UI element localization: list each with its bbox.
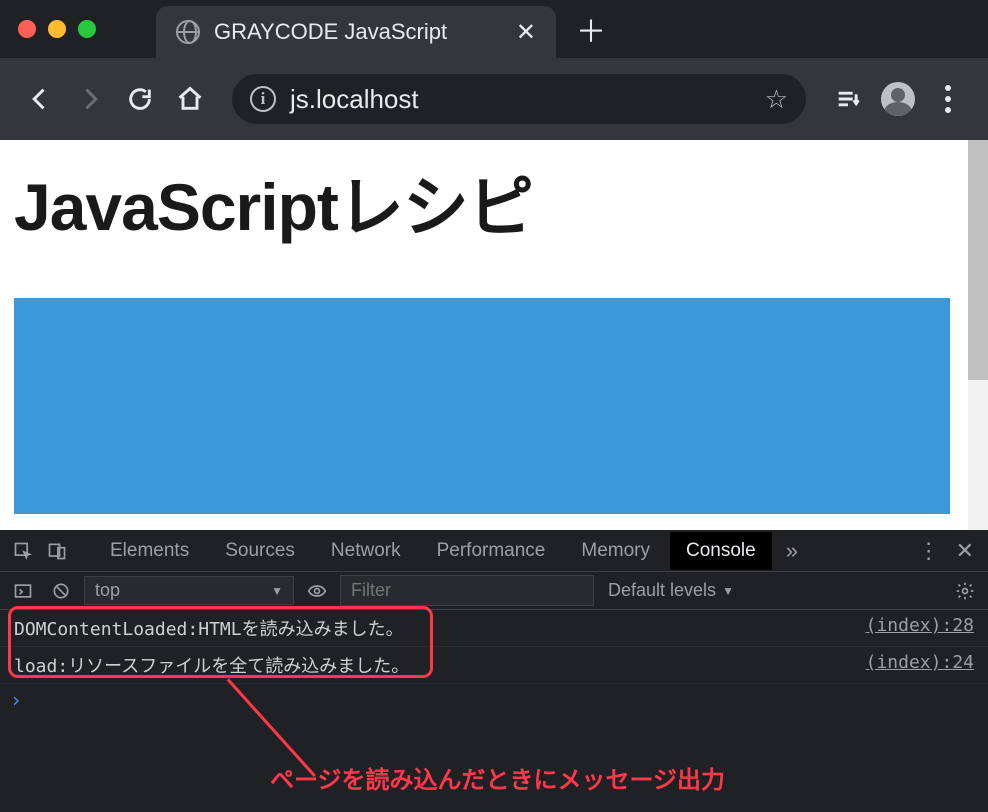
device-toolbar-icon[interactable]: [42, 536, 72, 566]
tab-memory[interactable]: Memory: [565, 532, 666, 570]
devtools-panel: Elements Sources Network Performance Mem…: [0, 530, 988, 812]
close-tab-icon[interactable]: ✕: [516, 18, 536, 47]
vertical-scrollbar-thumb[interactable]: [968, 140, 988, 380]
log-levels-select[interactable]: Default levels ▼: [608, 580, 734, 601]
bookmark-star-icon[interactable]: ☆: [765, 84, 788, 115]
page-viewport: JavaScriptレシピ: [0, 140, 988, 530]
tab-sources[interactable]: Sources: [209, 532, 311, 570]
home-button[interactable]: [170, 79, 210, 119]
blue-box: [14, 298, 950, 514]
tab-console[interactable]: Console: [670, 532, 772, 570]
globe-icon: [176, 20, 200, 44]
context-label: top: [95, 580, 120, 601]
tab-elements[interactable]: Elements: [94, 532, 205, 570]
media-control-icon[interactable]: [828, 79, 868, 119]
annotation-text: ページを読み込んだときにメッセージ出力: [270, 760, 725, 795]
profile-avatar[interactable]: [878, 79, 918, 119]
devtools-tabbar: Elements Sources Network Performance Mem…: [0, 530, 988, 572]
browser-menu-button[interactable]: [928, 79, 968, 119]
console-filter-input[interactable]: [340, 575, 594, 606]
annotation-highlight-box: [8, 606, 433, 678]
page-content: JavaScriptレシピ: [0, 140, 988, 514]
window-titlebar: GRAYCODE JavaScript ✕ ＋: [0, 0, 988, 58]
minimize-window-button[interactable]: [48, 20, 66, 38]
new-tab-button[interactable]: ＋: [576, 7, 606, 51]
tab-network[interactable]: Network: [315, 532, 417, 570]
tab-title: GRAYCODE JavaScript: [214, 19, 502, 45]
close-window-button[interactable]: [18, 20, 36, 38]
browser-toolbar: i js.localhost ☆: [0, 58, 988, 140]
maximize-window-button[interactable]: [78, 20, 96, 38]
dropdown-triangle-icon: ▼: [271, 584, 283, 598]
reload-button[interactable]: [120, 79, 160, 119]
back-button[interactable]: [20, 79, 60, 119]
console-settings-icon[interactable]: [950, 576, 980, 606]
log-source-link[interactable]: (index):24: [866, 652, 974, 678]
toggle-sidebar-icon[interactable]: [8, 576, 38, 606]
live-expression-icon[interactable]: [302, 576, 332, 606]
devtools-menu-icon[interactable]: ⋮: [912, 534, 946, 568]
execution-context-select[interactable]: top ▼: [84, 576, 294, 605]
inspect-element-icon[interactable]: [8, 536, 38, 566]
address-bar[interactable]: i js.localhost ☆: [232, 74, 806, 124]
tabs-overflow-icon[interactable]: »: [776, 538, 808, 564]
clear-console-icon[interactable]: [46, 576, 76, 606]
log-source-link[interactable]: (index):28: [866, 615, 974, 641]
dropdown-triangle-icon: ▼: [722, 584, 734, 598]
tab-performance[interactable]: Performance: [421, 532, 562, 570]
devtools-close-icon[interactable]: ✕: [950, 534, 980, 568]
console-toolbar: top ▼ Default levels ▼: [0, 572, 988, 610]
forward-button[interactable]: [70, 79, 110, 119]
site-info-icon[interactable]: i: [250, 86, 276, 112]
page-heading: JavaScriptレシピ: [14, 154, 974, 250]
console-log-area: DOMContentLoaded:HTMLを読み込みました。 (index):2…: [0, 610, 988, 812]
url-text: js.localhost: [290, 84, 751, 115]
console-prompt[interactable]: ›: [0, 684, 988, 716]
devtools-right-controls: ⋮ ✕: [912, 534, 988, 568]
traffic-lights: [18, 20, 96, 38]
log-levels-label: Default levels: [608, 580, 716, 601]
browser-tab[interactable]: GRAYCODE JavaScript ✕: [156, 6, 556, 58]
